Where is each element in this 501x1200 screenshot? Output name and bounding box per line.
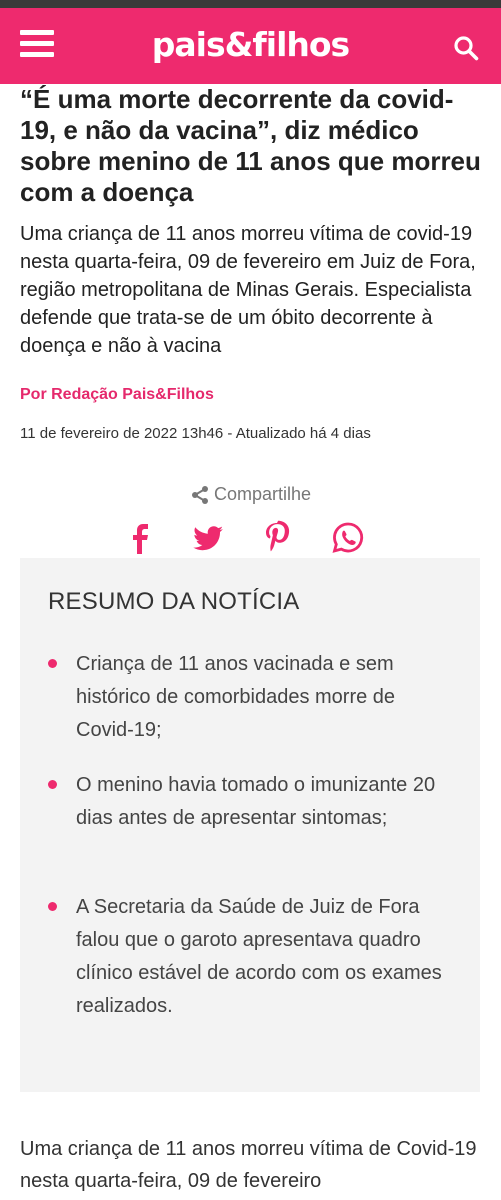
social-share-bar (0, 520, 501, 560)
article-subtitle: Uma criança de 11 anos morreu vítima de … (20, 223, 476, 357)
pinterest-icon[interactable] (259, 520, 295, 556)
search-icon[interactable] (453, 35, 481, 63)
twitter-icon[interactable] (190, 520, 226, 556)
site-logo[interactable]: pais&filhos (0, 25, 501, 64)
news-summary-box: RESUMO DA NOTÍCIA Criança de 11 anos vac… (20, 558, 480, 1092)
summary-title: RESUMO DA NOTÍCIA (48, 588, 300, 615)
summary-item-text: O menino havia tomado o imunizante 20 di… (76, 774, 436, 829)
bullet-dot-icon (48, 902, 57, 911)
article-author[interactable]: Por Redação Pais&Filhos (20, 386, 214, 404)
bullet-dot-icon (48, 659, 57, 668)
article-body-paragraph: Uma criança de 11 anos morreu vítima de … (20, 1138, 477, 1192)
site-header: pais&filhos (0, 0, 501, 84)
whatsapp-icon[interactable] (330, 520, 366, 556)
facebook-icon[interactable] (122, 520, 158, 556)
article-title: “É uma morte decorrente da covid-19, e n… (20, 84, 481, 207)
share-label-row: Compartilhe (0, 484, 501, 510)
article-date: 11 de fevereiro de 2022 13h46 - Atualiza… (20, 425, 371, 442)
summary-item-text: Criança de 11 anos vacinada e sem histór… (76, 653, 396, 741)
share-label: Compartilhe (213, 484, 312, 504)
bullet-dot-icon (48, 780, 57, 789)
summary-item-text: A Secretaria da Saúde de Juiz de Fora fa… (76, 896, 442, 1017)
share-icon (191, 485, 208, 504)
